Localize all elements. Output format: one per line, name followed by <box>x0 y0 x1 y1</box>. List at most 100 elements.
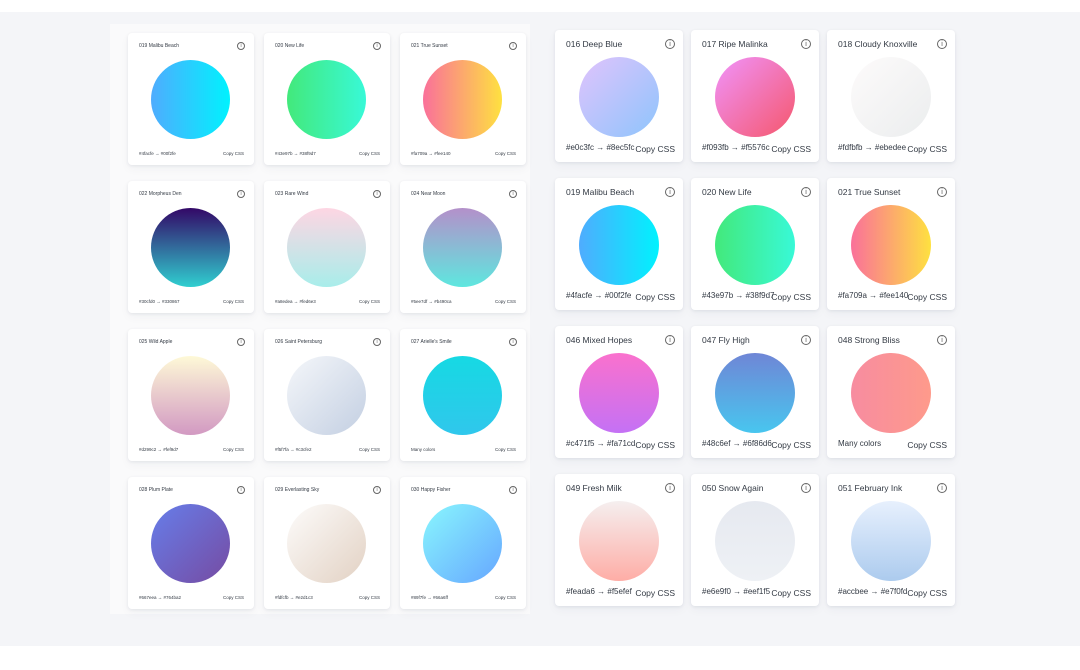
gradient-swatch[interactable] <box>423 356 502 435</box>
copy-css-button[interactable]: Copy CSS <box>495 595 516 600</box>
gradient-card[interactable]: 019 Malibu Beach i #4facfe → #00f2fe Cop… <box>555 178 683 310</box>
copy-css-button[interactable]: Copy CSS <box>907 588 947 598</box>
info-glyph: i <box>512 486 514 493</box>
gradient-card[interactable]: 025 Wild Apple i #d299c2 → #fef9d7 Copy … <box>128 329 254 461</box>
info-circle-icon[interactable]: i <box>937 335 947 345</box>
gradient-swatch[interactable] <box>851 501 931 581</box>
gradient-swatch[interactable] <box>423 60 502 139</box>
info-circle-icon[interactable]: i <box>373 486 381 494</box>
gradient-card[interactable]: 028 Plum Plate i #667eea → #764ba2 Copy … <box>128 477 254 609</box>
copy-css-button[interactable]: Copy CSS <box>359 447 380 452</box>
info-circle-icon[interactable]: i <box>509 190 517 198</box>
gradient-swatch[interactable] <box>151 60 230 139</box>
copy-css-button[interactable]: Copy CSS <box>223 447 244 452</box>
gradient-card[interactable]: 027 Arielle's Smile i Many colors Copy C… <box>400 329 526 461</box>
gradient-swatch[interactable] <box>151 356 230 435</box>
copy-css-button[interactable]: Copy CSS <box>495 151 516 156</box>
gradient-swatch[interactable] <box>287 208 366 287</box>
gradient-card[interactable]: 022 Morpheus Den i #30cfd0 → #330867 Cop… <box>128 181 254 313</box>
gradient-card[interactable]: 020 New Life i #43e97b → #38f9d7 Copy CS… <box>264 33 390 165</box>
info-circle-icon[interactable]: i <box>801 335 811 345</box>
gradient-swatch[interactable] <box>579 501 659 581</box>
info-circle-icon[interactable]: i <box>665 335 675 345</box>
info-circle-icon[interactable]: i <box>237 42 245 50</box>
gradient-swatch[interactable] <box>851 353 931 433</box>
copy-css-button[interactable]: Copy CSS <box>907 292 947 302</box>
gradient-title: 023 Rare Wind <box>275 191 309 197</box>
gradient-card[interactable]: 021 True Sunset i #fa709a → #fee140 Copy… <box>827 178 955 310</box>
gradient-title: 019 Malibu Beach <box>566 187 635 197</box>
gradient-swatch[interactable] <box>579 353 659 433</box>
copy-css-button[interactable]: Copy CSS <box>223 299 244 304</box>
copy-css-button[interactable]: Copy CSS <box>635 144 675 154</box>
gradient-card[interactable]: 023 Rare Wind i #a8edea → #fed6e3 Copy C… <box>264 181 390 313</box>
copy-css-button[interactable]: Copy CSS <box>359 299 380 304</box>
gradient-card[interactable]: 029 Everlasting Sky i #fdfcfb → #e2d1c3 … <box>264 477 390 609</box>
gradient-swatch[interactable] <box>715 57 795 137</box>
gradient-swatch[interactable] <box>423 208 502 287</box>
gradient-swatch[interactable] <box>715 205 795 285</box>
copy-css-button[interactable]: Copy CSS <box>495 447 516 452</box>
gradient-card[interactable]: 026 Saint Petersburg i #f5f7fa → #c3cfe2… <box>264 329 390 461</box>
info-circle-icon[interactable]: i <box>937 187 947 197</box>
info-circle-icon[interactable]: i <box>509 338 517 346</box>
gradient-card[interactable]: 047 Fly High i #48c6ef → #6f86d6 Copy CS… <box>691 326 819 458</box>
info-circle-icon[interactable]: i <box>373 190 381 198</box>
gradient-card[interactable]: 048 Strong Bliss i Many colors Copy CSS <box>827 326 955 458</box>
gradient-swatch[interactable] <box>851 205 931 285</box>
info-circle-icon[interactable]: i <box>665 187 675 197</box>
info-circle-icon[interactable]: i <box>509 42 517 50</box>
gradient-swatch[interactable] <box>287 356 366 435</box>
copy-css-button[interactable]: Copy CSS <box>495 299 516 304</box>
copy-css-button[interactable]: Copy CSS <box>359 151 380 156</box>
copy-css-button[interactable]: Copy CSS <box>771 588 811 598</box>
info-circle-icon[interactable]: i <box>237 486 245 494</box>
gradient-swatch[interactable] <box>151 504 230 583</box>
copy-css-button[interactable]: Copy CSS <box>635 588 675 598</box>
copy-css-button[interactable]: Copy CSS <box>907 440 947 450</box>
gradient-card[interactable]: 030 Happy Fisher i #89f7fe → #66a6ff Cop… <box>400 477 526 609</box>
gradient-swatch[interactable] <box>579 205 659 285</box>
gradient-card[interactable]: 049 Fresh Milk i #feada6 → #f5efef Copy … <box>555 474 683 606</box>
copy-css-button[interactable]: Copy CSS <box>771 440 811 450</box>
copy-css-button[interactable]: Copy CSS <box>771 144 811 154</box>
info-circle-icon[interactable]: i <box>665 39 675 49</box>
copy-css-button[interactable]: Copy CSS <box>223 595 244 600</box>
gradient-card[interactable]: 024 Near Moon i #5ee7df → #b490ca Copy C… <box>400 181 526 313</box>
gradient-card[interactable]: 046 Mixed Hopes i #c471f5 → #fa71cd Copy… <box>555 326 683 458</box>
info-circle-icon[interactable]: i <box>937 39 947 49</box>
info-circle-icon[interactable]: i <box>373 338 381 346</box>
copy-css-button[interactable]: Copy CSS <box>223 151 244 156</box>
copy-css-button[interactable]: Copy CSS <box>771 292 811 302</box>
gradient-swatch[interactable] <box>287 504 366 583</box>
gradient-swatch[interactable] <box>287 60 366 139</box>
gradient-title: 049 Fresh Milk <box>566 483 622 493</box>
gradient-card[interactable]: 018 Cloudy Knoxville i #fdfbfb → #ebedee… <box>827 30 955 162</box>
copy-css-button[interactable]: Copy CSS <box>907 144 947 154</box>
gradient-card[interactable]: 017 Ripe Malinka i #f093fb → #f5576c Cop… <box>691 30 819 162</box>
info-circle-icon[interactable]: i <box>237 190 245 198</box>
copy-css-button[interactable]: Copy CSS <box>635 292 675 302</box>
gradient-card[interactable]: 020 New Life i #43e97b → #38f9d7 Copy CS… <box>691 178 819 310</box>
info-circle-icon[interactable]: i <box>801 483 811 493</box>
copy-css-button[interactable]: Copy CSS <box>359 595 380 600</box>
gradient-swatch[interactable] <box>151 208 230 287</box>
gradient-swatch[interactable] <box>715 353 795 433</box>
info-circle-icon[interactable]: i <box>937 483 947 493</box>
gradient-swatch[interactable] <box>851 57 931 137</box>
gradient-swatch[interactable] <box>715 501 795 581</box>
info-circle-icon[interactable]: i <box>801 39 811 49</box>
gradient-card[interactable]: 016 Deep Blue i #e0c3fc → #8ec5fc Copy C… <box>555 30 683 162</box>
info-circle-icon[interactable]: i <box>665 483 675 493</box>
info-circle-icon[interactable]: i <box>509 486 517 494</box>
gradient-card[interactable]: 051 February Ink i #accbee → #e7f0fd Cop… <box>827 474 955 606</box>
gradient-card[interactable]: 050 Snow Again i #e6e9f0 → #eef1f5 Copy … <box>691 474 819 606</box>
info-circle-icon[interactable]: i <box>801 187 811 197</box>
gradient-swatch[interactable] <box>579 57 659 137</box>
gradient-swatch[interactable] <box>423 504 502 583</box>
gradient-card[interactable]: 019 Malibu Beach i #4facfe → #00f2fe Cop… <box>128 33 254 165</box>
info-circle-icon[interactable]: i <box>373 42 381 50</box>
info-circle-icon[interactable]: i <box>237 338 245 346</box>
gradient-card[interactable]: 021 True Sunset i #fa709a → #fee140 Copy… <box>400 33 526 165</box>
copy-css-button[interactable]: Copy CSS <box>635 440 675 450</box>
